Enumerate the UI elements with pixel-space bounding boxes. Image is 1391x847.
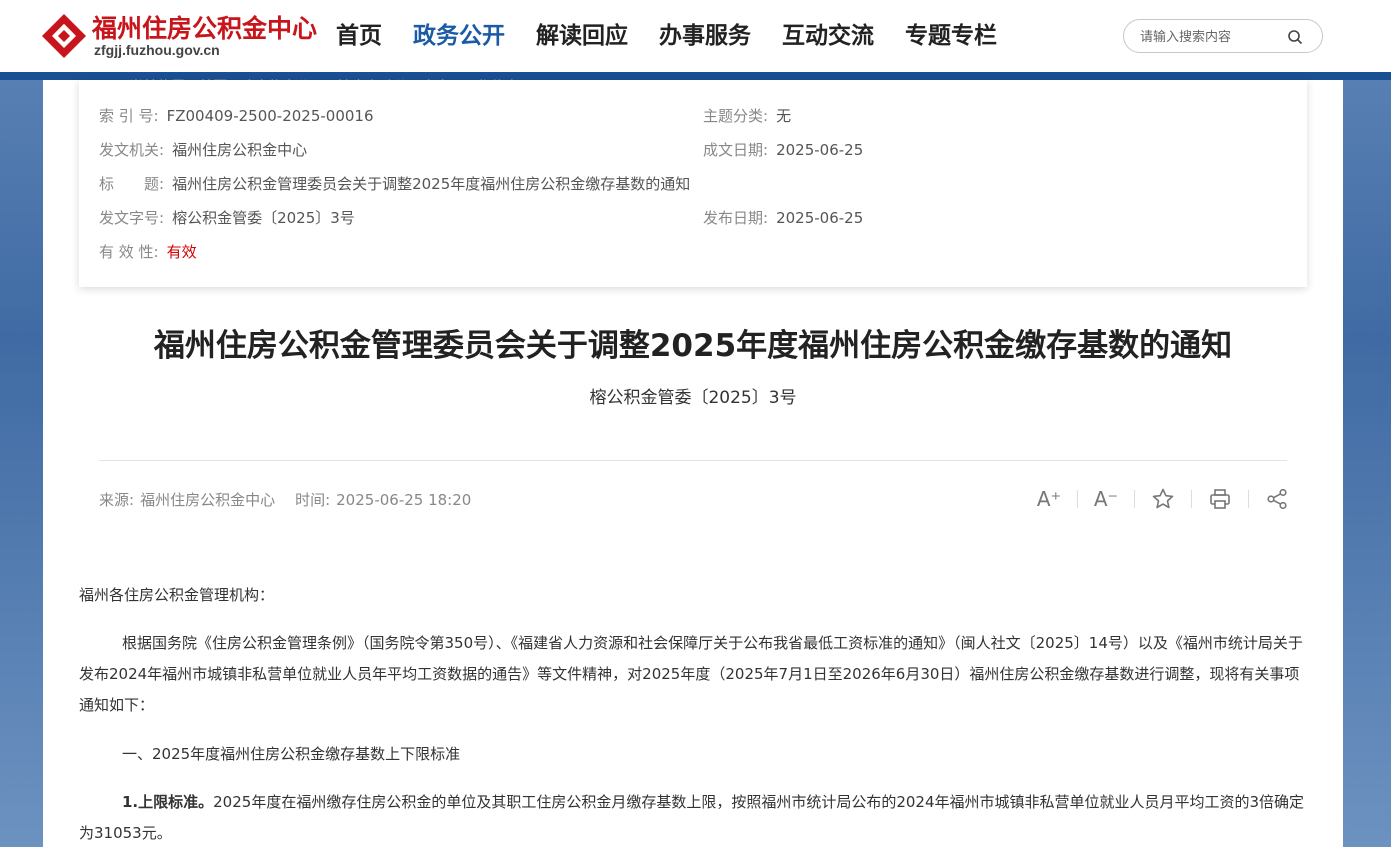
status-badge: 有效 [166, 243, 197, 261]
meta-index-number: 索 引 号: FZ00409-2500-2025-00016 [99, 105, 374, 126]
content-panel: 当前位置：首页 · 政府信息公开 · 法定主动公开内容 · 工作信息 索 引 号… [43, 79, 1343, 847]
nav-item-interpretation[interactable]: 解读回应 [536, 18, 628, 54]
meta-value: 福州住房公积金中心 [172, 141, 308, 159]
meta-published-date: 发布日期: 2025-06-25 [703, 207, 863, 228]
nav-item-interaction[interactable]: 互动交流 [782, 18, 874, 54]
meta-label: 有 效 性: [99, 243, 159, 261]
share-icon [1267, 488, 1287, 510]
nav-item-topics[interactable]: 专题专栏 [905, 18, 997, 54]
meta-label: 索 引 号: [99, 107, 159, 125]
nav-item-government-affairs[interactable]: 政务公开 [413, 18, 505, 54]
print-button[interactable] [1204, 485, 1236, 513]
search-box [1123, 19, 1323, 53]
document-number: 榕公积金管委〔2025〕3号 [589, 388, 797, 408]
meta-label: 发布日期: [703, 209, 769, 227]
paragraph: 1.上限标准。2025年度在福州缴存住房公积金的单位及其职工住房公积金月缴存基数… [79, 787, 1309, 847]
divider [1134, 490, 1135, 508]
salutation: 福州各住房公积金管理机构： [79, 586, 275, 604]
printer-icon [1210, 489, 1230, 509]
meta-label: 标 题: [99, 175, 165, 193]
site-title[interactable]: 福州住房公积金中心 [92, 9, 317, 45]
meta-value: FZ00409-2500-2025-00016 [166, 107, 374, 125]
item-lead: 1.上限标准。 [122, 793, 214, 811]
divider [1191, 490, 1192, 508]
meta-value: 福州住房公积金管理委员会关于调整2025年度福州住房公积金缴存基数的通知 [172, 175, 691, 193]
main-nav: 首页 政务公开 解读回应 办事服务 互动交流 专题专栏 [336, 18, 1028, 54]
time-value: 2025-06-25 18:20 [336, 491, 472, 509]
meta-label: 成文日期: [703, 141, 769, 159]
divider [1248, 490, 1249, 508]
meta-value: 无 [776, 107, 792, 125]
logo-icon[interactable] [40, 12, 88, 60]
paragraph: 根据国务院《住房公积金管理条例》（国务院令第350号）、《福建省人力资源和社会保… [79, 634, 1303, 714]
meta-document-number: 发文字号: 榕公积金管委〔2025〕3号 [99, 207, 355, 228]
favorite-button[interactable] [1147, 485, 1179, 513]
search-input[interactable] [1140, 27, 1290, 47]
item-text: 2025年度在福州缴存住房公积金的单位及其职工住房公积金月缴存基数上限，按照福州… [79, 793, 1305, 842]
meta-validity: 有 效 性: 有效 [99, 241, 197, 262]
meta-value: 2025-06-25 [776, 141, 864, 159]
divider [1077, 490, 1078, 508]
document-meta-box: 索 引 号: FZ00409-2500-2025-00016 主题分类: 无 发文机… [79, 80, 1307, 287]
meta-title: 标 题: 福州住房公积金管理委员会关于调整2025年度福州住房公积金缴存基数的通知 [99, 173, 690, 194]
meta-label: 发文机关: [99, 141, 165, 159]
share-button[interactable] [1261, 485, 1293, 513]
nav-item-services[interactable]: 办事服务 [659, 18, 751, 54]
site-url: zfgjj.fuzhou.gov.cn [94, 42, 220, 58]
decrease-font-button[interactable]: A⁻ [1090, 485, 1122, 513]
meta-value: 榕公积金管委〔2025〕3号 [172, 209, 355, 227]
meta-label: 发文字号: [99, 209, 165, 227]
site-header: 福州住房公积金中心 zfgjj.fuzhou.gov.cn 首页 政务公开 解读… [0, 0, 1391, 72]
source-label: 来源: [99, 491, 135, 509]
increase-font-button[interactable]: A⁺ [1033, 485, 1065, 513]
page-title: 福州住房公积金管理委员会关于调整2025年度福州住房公积金缴存基数的通知 [153, 328, 1233, 364]
section-heading: 一、2025年度福州住房公积金缴存基数上下限标准 [122, 745, 461, 763]
article-toolbar: A⁺ A⁻ [1033, 485, 1293, 513]
meta-label: 主题分类: [703, 107, 769, 125]
meta-value: 2025-06-25 [776, 209, 864, 227]
article-source-line: 来源: 福州住房公积金中心 时间: 2025-06-25 18:20 [99, 489, 477, 510]
star-icon [1152, 488, 1174, 509]
meta-issuer: 发文机关: 福州住房公积金中心 [99, 139, 307, 160]
search-icon[interactable] [1286, 28, 1304, 46]
nav-item-home[interactable]: 首页 [336, 18, 382, 54]
time-label: 时间: [295, 491, 331, 509]
divider [99, 460, 1287, 461]
source-value: 福州住房公积金中心 [140, 491, 276, 509]
meta-created-date: 成文日期: 2025-06-25 [703, 139, 863, 160]
meta-category: 主题分类: 无 [703, 105, 791, 126]
